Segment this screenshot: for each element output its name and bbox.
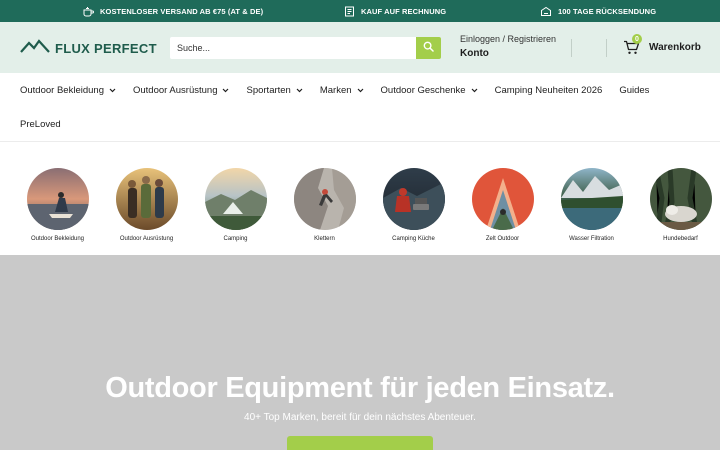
category-image [293,168,356,230]
hero-banner: Outdoor Equipment für jeden Einsatz. 40+… [0,255,720,450]
category-image [204,168,267,230]
nav-item-label: PreLoved [20,118,61,130]
chevron-down-icon [109,88,116,92]
category-image [382,168,445,230]
category-image [115,168,178,230]
nav-item-camping-neuheiten[interactable]: Camping Neuheiten 2026 [495,85,603,96]
return-box-icon [540,6,552,17]
cart-icon: 0 [623,34,642,55]
mountain-logo-icon [20,39,50,58]
announcement-bar: KOSTENLOSER VERSAND AB €75 (AT & DE) KAU… [0,0,720,22]
nav-item-outdoor-geschenke[interactable]: Outdoor Geschenke [381,85,478,96]
category-wasser-filtration[interactable]: Wasser Filtration [547,168,636,242]
category-camping[interactable]: Camping [191,168,280,242]
category-carousel: Outdoor Bekleidung Outdoor Ausrüstung Ca… [0,142,720,255]
category-label: Outdoor Bekleidung [30,236,85,242]
hero-cta-button[interactable] [287,436,433,450]
category-outdoor-ausruestung[interactable]: Outdoor Ausrüstung [102,168,191,242]
category-klettern[interactable]: Klettern [280,168,369,242]
cart-count-badge: 0 [632,34,642,44]
category-label: Klettern [314,236,335,242]
category-label: Hundebedarf [663,236,698,242]
announcement-item-invoice: KAUF AUF RECHNUNG [344,0,446,22]
nav-item-label: Guides [619,84,650,96]
nav-item-label: Outdoor Geschenke [380,84,466,96]
nav-item-label: Outdoor Bekleidung [20,84,104,96]
chevron-down-icon [471,88,478,92]
nav-item-label: Marken [319,84,352,96]
search-button[interactable] [416,37,441,59]
main-nav-row: PreLoved [20,116,78,132]
invoice-icon [344,6,355,17]
main-nav-row: Outdoor Bekleidung Outdoor Ausrüstung Sp… [20,82,666,98]
nav-item-label: Outdoor Ausrüstung [132,84,218,96]
chevron-down-icon [223,88,229,92]
cart-button[interactable]: 0 Warenkorb [623,34,701,55]
category-image [471,168,534,230]
nav-item-outdoor-bekleidung[interactable]: Outdoor Bekleidung [20,85,116,96]
category-zelt-outdoor[interactable]: Zelt Outdoor [458,168,547,242]
category-outdoor-bekleidung[interactable]: Outdoor Bekleidung [13,168,102,242]
logo-text: FLUX PERFECT [55,41,157,56]
category-label: Zelt Outdoor [485,236,520,242]
account-link[interactable]: Einloggen / Registrieren Konto [460,34,556,59]
main-nav: Outdoor Bekleidung Outdoor Ausrüstung Sp… [0,73,720,142]
site-header: FLUX PERFECT Einloggen / Registrieren Ko… [0,22,720,73]
search-bar [170,37,441,59]
category-image [26,168,89,230]
category-label: Outdoor Ausrüstung [119,236,174,242]
category-image [649,168,712,230]
header-divider [606,39,607,57]
cart-label: Warenkorb [649,42,701,53]
category-label: Camping [223,236,248,242]
announcement-text: KOSTENLOSER VERSAND AB €75 (AT & DE) [100,6,264,16]
category-hundebedarf[interactable]: Hundebedarf [636,168,720,242]
teapot-icon [82,6,94,17]
logo[interactable]: FLUX PERFECT [20,39,157,58]
category-label: Wasser Filtration [569,236,614,242]
nav-item-marken[interactable]: Marken [320,85,364,96]
category-camping-kueche[interactable]: Camping Küche [369,168,458,242]
nav-item-outdoor-ausruestung[interactable]: Outdoor Ausrüstung [133,85,230,96]
hero-title: Outdoor Equipment für jeden Einsatz. [105,372,615,404]
announcement-text: KAUF AUF RECHNUNG [361,6,447,16]
nav-item-label: Camping Neuheiten 2026 [494,84,603,96]
search-input[interactable] [170,37,416,59]
hero-subtitle: 40+ Top Marken, bereit für dein nächstes… [244,412,476,423]
chevron-down-icon [296,88,303,92]
header-divider [571,39,572,57]
chevron-down-icon [357,88,363,92]
announcement-item-shipping: KOSTENLOSER VERSAND AB €75 (AT & DE) [82,0,263,22]
category-label: Camping Küche [392,236,435,242]
search-icon [423,39,434,57]
announcement-item-return: 100 TAGE RÜCKSENDUNG [540,0,656,22]
login-register-link[interactable]: Einloggen / Registrieren [460,34,556,44]
nav-item-guides[interactable]: Guides [619,85,649,96]
nav-item-sportarten[interactable]: Sportarten [246,84,303,96]
category-image [560,168,623,230]
announcement-text: 100 TAGE RÜCKSENDUNG [558,6,657,16]
nav-item-label: Sportarten [246,84,291,96]
nav-item-preloved[interactable]: PreLoved [20,119,61,130]
account-label[interactable]: Konto [460,48,556,59]
